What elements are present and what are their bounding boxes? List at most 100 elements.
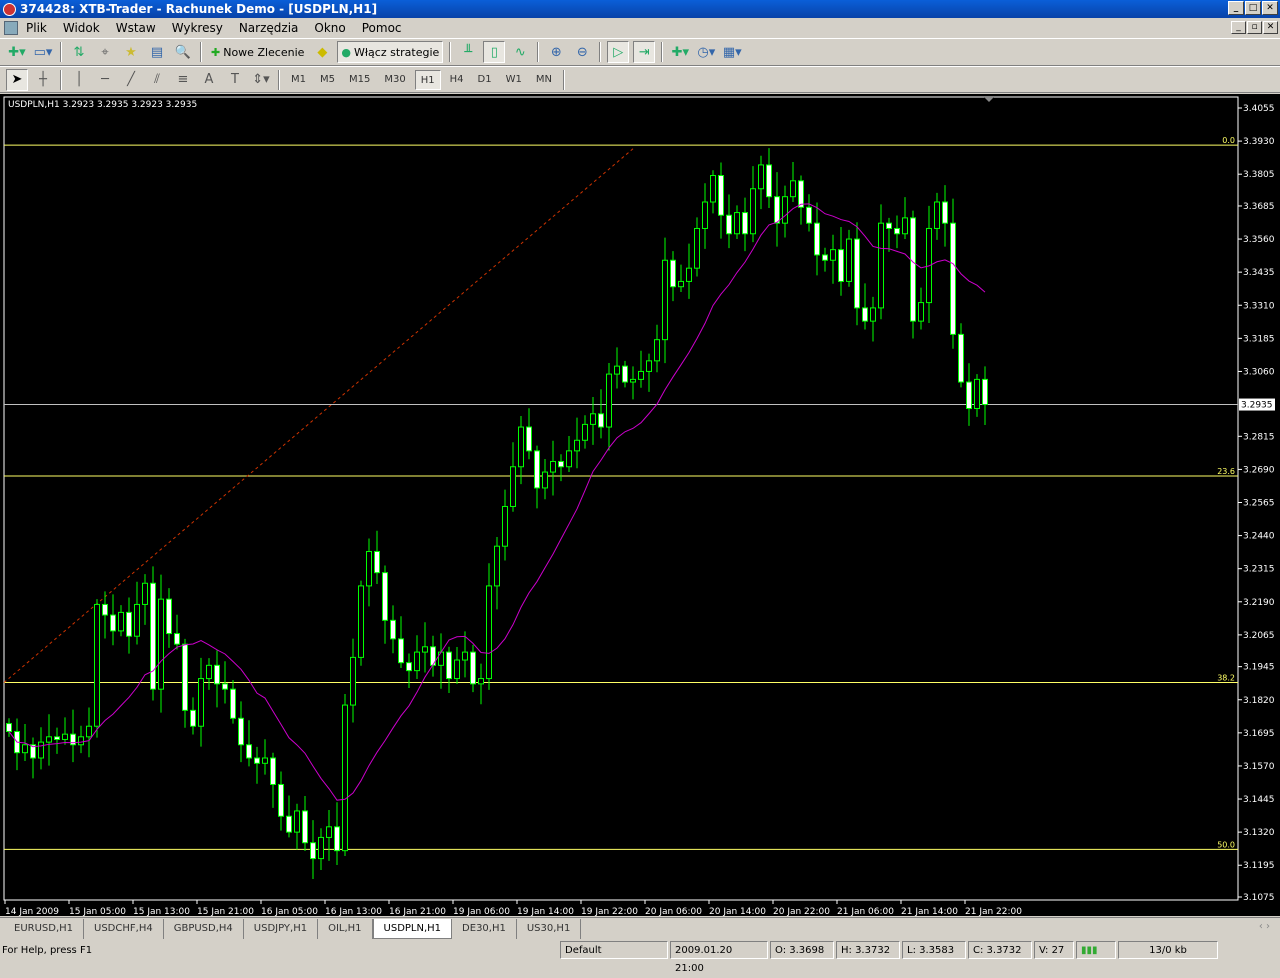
new-order-icon: ✚ bbox=[211, 45, 221, 59]
line-chart-icon[interactable]: ∿ bbox=[509, 41, 531, 63]
tab-us30[interactable]: US30,H1 bbox=[517, 919, 582, 939]
candle-body bbox=[518, 426, 524, 468]
candle-body bbox=[790, 180, 796, 198]
tab-usdjpy[interactable]: USDJPY,H1 bbox=[244, 919, 319, 939]
timeframe-h4[interactable]: H4 bbox=[445, 70, 469, 90]
new-order-button[interactable]: ✚ Nowe Zlecenie bbox=[208, 41, 307, 63]
chart-shift-icon[interactable]: ⇥ bbox=[633, 41, 656, 63]
cursor-icon[interactable]: ➤ bbox=[6, 68, 28, 91]
periods-clock-icon[interactable]: ◷▾ bbox=[695, 41, 717, 63]
enable-strategies-button[interactable]: ● Włącz strategie bbox=[337, 41, 444, 63]
timeframe-w1[interactable]: W1 bbox=[501, 70, 527, 90]
candle-body bbox=[182, 643, 188, 711]
timeframe-d1[interactable]: D1 bbox=[473, 70, 497, 90]
candle-body bbox=[918, 302, 924, 322]
candle-body bbox=[510, 466, 516, 507]
time-tick-label: 15 Jan 05:00 bbox=[69, 907, 126, 916]
status-low: L: 3.3583 bbox=[902, 941, 966, 959]
candle-body bbox=[334, 826, 340, 852]
trendline-icon[interactable]: ╱ bbox=[120, 69, 142, 91]
candle-body bbox=[102, 603, 108, 616]
indicators-icon[interactable]: ✚▾ bbox=[669, 41, 691, 63]
price-tick-label: 3.1195 bbox=[1243, 861, 1275, 871]
timeframe-h1[interactable]: H1 bbox=[414, 69, 441, 90]
auto-scroll-icon[interactable]: ▷ bbox=[607, 41, 630, 63]
zoom-in-icon[interactable]: ⊕ bbox=[545, 41, 567, 63]
text-icon[interactable]: A bbox=[198, 69, 220, 91]
fibo-level-label: 0.0 bbox=[1222, 136, 1235, 145]
menu-narzedzia[interactable]: Narzędzia bbox=[231, 21, 307, 35]
time-tick-label: 21 Jan 22:00 bbox=[965, 907, 1022, 916]
new-chart-icon[interactable]: ✚▾ bbox=[6, 41, 28, 63]
bar-chart-icon[interactable]: ╨ bbox=[457, 41, 479, 63]
tab-gbpusd[interactable]: GBPUSD,H4 bbox=[164, 919, 244, 939]
menu-pomoc[interactable]: Pomoc bbox=[354, 21, 410, 35]
menu-wykresy[interactable]: Wykresy bbox=[164, 21, 231, 35]
timeframe-m30[interactable]: M30 bbox=[379, 70, 410, 90]
mdi-minimize-button[interactable]: _ bbox=[1231, 21, 1246, 34]
terminal-icon[interactable]: ▤ bbox=[146, 41, 168, 63]
candle-body bbox=[230, 688, 236, 719]
arrows-icon[interactable]: ⇕▾ bbox=[250, 69, 272, 91]
tab-usdchf[interactable]: USDCHF,H4 bbox=[84, 919, 164, 939]
tab-usdpln[interactable]: USDPLN,H1 bbox=[372, 919, 453, 939]
tab-scroll-arrows[interactable]: ‹ › bbox=[1259, 921, 1270, 932]
templates-icon[interactable]: ▦▾ bbox=[721, 41, 743, 63]
candle-body bbox=[158, 598, 164, 690]
time-tick-label: 20 Jan 22:00 bbox=[773, 907, 830, 916]
menu-widok[interactable]: Widok bbox=[55, 21, 108, 35]
timeframe-m5[interactable]: M5 bbox=[315, 70, 340, 90]
timeframe-m1[interactable]: M1 bbox=[286, 70, 311, 90]
warning-icon[interactable]: ◆ bbox=[311, 41, 333, 63]
minimize-button[interactable]: _ bbox=[1228, 1, 1244, 15]
mdi-close-button[interactable]: ✕ bbox=[1263, 21, 1278, 34]
fibonacci-icon[interactable]: ≡ bbox=[172, 69, 194, 91]
horizontal-line-icon[interactable]: ─ bbox=[94, 69, 116, 91]
close-button[interactable]: ✕ bbox=[1262, 1, 1278, 15]
menu-wstaw[interactable]: Wstaw bbox=[108, 21, 164, 35]
candle-body bbox=[454, 659, 460, 680]
candle-body bbox=[118, 611, 124, 632]
chart-window[interactable]: USDPLN,H1 3.2923 3.2935 3.2923 3.2935 3.… bbox=[0, 94, 1280, 917]
chart-tabs: EURUSD,H1 USDCHF,H4 GBPUSD,H4 USDJPY,H1 … bbox=[0, 917, 1280, 939]
strategy-tester-icon[interactable]: 🔍 bbox=[172, 41, 194, 63]
data-window-icon[interactable]: ⌖ bbox=[94, 41, 116, 63]
price-tick-label: 3.1570 bbox=[1243, 762, 1275, 772]
candle-body bbox=[886, 222, 892, 229]
profiles-icon[interactable]: ▭▾ bbox=[32, 41, 54, 63]
price-tick-label: 3.3310 bbox=[1243, 301, 1275, 311]
candle-body bbox=[254, 757, 260, 764]
document-icon[interactable] bbox=[4, 21, 18, 35]
timeframe-mn[interactable]: MN bbox=[531, 70, 557, 90]
crosshair-icon[interactable]: ┼ bbox=[32, 69, 54, 91]
navigator-icon[interactable]: ★ bbox=[120, 41, 142, 63]
fibo-level-label: 23.6 bbox=[1217, 467, 1235, 476]
candle-body bbox=[894, 227, 900, 235]
tab-de30[interactable]: DE30,H1 bbox=[452, 919, 517, 939]
equidistant-channel-icon[interactable]: ⫽ bbox=[146, 69, 168, 91]
timeframe-m15[interactable]: M15 bbox=[344, 70, 375, 90]
menu-plik[interactable]: Plik bbox=[18, 21, 55, 35]
maximize-button[interactable]: □ bbox=[1245, 1, 1261, 15]
candle-body bbox=[446, 651, 452, 680]
candle-body bbox=[398, 638, 404, 664]
text-label-icon[interactable]: T bbox=[224, 69, 246, 91]
zoom-out-icon[interactable]: ⊖ bbox=[571, 41, 593, 63]
candle-body bbox=[646, 360, 652, 372]
candle-body bbox=[470, 651, 476, 685]
time-tick-label: 15 Jan 21:00 bbox=[197, 907, 254, 916]
tab-oil[interactable]: OIL,H1 bbox=[318, 919, 373, 939]
candle-body bbox=[270, 757, 276, 785]
menu-okno[interactable]: Okno bbox=[306, 21, 353, 35]
price-chart[interactable]: USDPLN,H1 3.2923 3.2935 3.2923 3.2935 3.… bbox=[0, 94, 1280, 917]
candle-body bbox=[550, 460, 556, 473]
market-watch-icon[interactable]: ⇅ bbox=[68, 41, 90, 63]
candle-body bbox=[766, 164, 772, 198]
price-tick-label: 3.1445 bbox=[1243, 795, 1275, 805]
candlestick-icon[interactable]: ▯ bbox=[483, 41, 506, 63]
vertical-line-icon[interactable]: │ bbox=[68, 69, 90, 91]
candle-body bbox=[94, 603, 100, 727]
tab-eurusd[interactable]: EURUSD,H1 bbox=[4, 919, 85, 939]
mdi-restore-button[interactable]: ▫ bbox=[1247, 21, 1262, 34]
candle-body bbox=[910, 217, 916, 322]
